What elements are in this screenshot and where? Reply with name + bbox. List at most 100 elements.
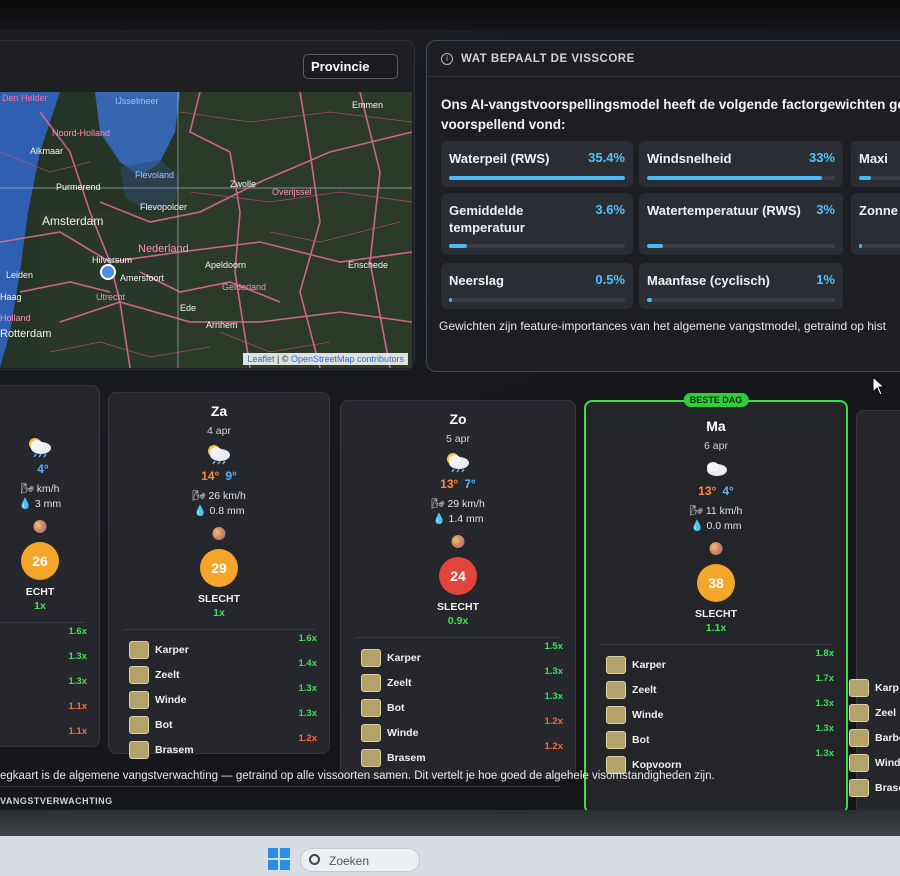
fish-row: Karp — [849, 679, 900, 699]
factor-card-title: WAT BEPAALT DE VISSCORE — [461, 52, 635, 65]
windows-start-icon[interactable] — [268, 848, 290, 870]
fish-thumbnail — [361, 674, 381, 692]
factor-tile-zonne: Zonne — [851, 193, 900, 255]
rainfall: 💧 0.0 mm — [690, 520, 742, 532]
fish-multiplier: 1.8x — [815, 648, 835, 659]
fish-thumbnail — [849, 704, 869, 722]
fish-name: Karper — [632, 659, 666, 671]
fish-name: Braser — [875, 782, 900, 794]
day-card[interactable]: Zo 5 apr 13° 7° 🌬 29 km/h 💧 1.4 mm 24 SLECHT 0.… — [340, 400, 576, 778]
map-label: Overijssel — [272, 187, 312, 197]
taskbar — [0, 836, 900, 876]
fish-thumbnail — [129, 691, 149, 709]
fish-row: Brasem 1.2x — [361, 741, 563, 769]
factor-percent: 0.5% — [595, 272, 625, 287]
factor-percent: 33% — [808, 150, 835, 165]
fish-thumbnail — [849, 729, 869, 747]
factor-percent: 3.6% — [595, 202, 625, 217]
temperatures: 13° 4° — [586, 484, 846, 498]
osm-link[interactable]: OpenStreetMap contributors — [291, 354, 404, 364]
fish-multiplier: 1.2x — [298, 733, 318, 744]
factor-percent: 3% — [816, 202, 835, 217]
card-divider — [0, 622, 85, 623]
leaflet-link[interactable]: Leaflet — [247, 354, 274, 364]
map-label: Leiden — [6, 270, 33, 280]
fish-row: Bot 1.3x — [606, 723, 834, 751]
factor-bar — [647, 244, 663, 248]
screen: Provincie Den Helder IJsselmeer Noord-Ho… — [0, 0, 900, 840]
fish-name: Winde — [875, 757, 900, 769]
factor-weights-card: i WAT BEPAALT DE VISSCORE Ons AI-vangstv… — [426, 40, 900, 372]
factor-bar — [647, 176, 823, 180]
wind-speed: 🌬 26 km/h — [192, 490, 246, 502]
map-label: Nederland — [138, 243, 189, 255]
map-view[interactable]: Den Helder IJsselmeer Noord-Holland Alkm… — [0, 92, 412, 368]
best-day-badge: BESTE DAG — [683, 393, 749, 407]
province-select[interactable]: Provincie — [303, 54, 398, 79]
temperatures: 14° 9° — [109, 469, 329, 483]
map-label: Hilversum — [92, 255, 132, 265]
map-label: Emmen — [352, 100, 383, 110]
wind-value: 26 km/h — [208, 490, 246, 502]
map-label: Utrecht — [96, 292, 126, 302]
factor-name: Maxi — [859, 151, 888, 166]
temp-min: 4° — [37, 462, 49, 476]
map-label: IJsselmeer — [115, 96, 159, 106]
temp-max: 14° — [201, 469, 220, 483]
day-date: 5 apr — [446, 433, 470, 445]
fish-score: 24 — [439, 557, 477, 595]
day-card[interactable]: Za 4 apr 14° 9° 🌬 26 km/h 💧 0.8 mm 29 SLECHT 1x… — [108, 392, 330, 759]
factor-tile-maxi: Maxi — [851, 141, 900, 187]
fish-row: Barbe — [849, 729, 900, 749]
map-label: Den Helder — [2, 93, 48, 103]
temp-max: 13° — [440, 477, 459, 491]
section-divider — [0, 786, 560, 787]
fish-name: Zeelt — [387, 677, 412, 689]
fish-row: Brasem 1.2x — [129, 733, 317, 761]
factor-tile-windsnelheid: Windsnelheid 33% — [639, 141, 843, 187]
factor-intro-line2: voorspellend vond: — [441, 117, 566, 132]
moon-phase-icon — [709, 542, 723, 555]
fish-name: Winde — [632, 709, 664, 721]
fish-score: 26 — [21, 542, 59, 580]
fish-name: Karper — [387, 652, 421, 664]
fish-thumbnail — [849, 779, 869, 797]
weather-icon — [707, 462, 727, 476]
rainfall: 💧 1.4 mm — [432, 513, 484, 525]
fish-thumbnail — [129, 716, 149, 734]
fish-multiplier: 1.3x — [544, 666, 564, 677]
map-canvas[interactable]: Den Helder IJsselmeer Noord-Holland Alkm… — [0, 92, 412, 368]
weather-icon — [447, 453, 469, 473]
temperatures: 4° — [0, 462, 99, 476]
factor-name: Gemiddelde temperatuur — [449, 203, 525, 235]
mouse-cursor-icon — [872, 376, 886, 396]
factor-intro: Ons AI-vangstvoorspellingsmodel heeft de… — [441, 95, 900, 135]
factor-name: Watertemperatuur (RWS) — [647, 203, 801, 218]
moon-phase-icon — [33, 520, 47, 533]
fish-thumbnail — [361, 724, 381, 742]
score-label: SLECHT — [198, 593, 240, 605]
rain-value: 1.4 mm — [448, 513, 484, 525]
score-label: SLECHT — [695, 608, 737, 620]
fish-multiplier: 1.4x — [298, 658, 318, 669]
score-multiplier: 1x — [34, 600, 46, 612]
rainfall: 💧 3 mm — [18, 498, 62, 510]
fish-multiplier: 1.6x — [68, 626, 88, 637]
day-date: 6 apr — [704, 440, 728, 452]
score-multiplier: 1.1x — [705, 622, 727, 634]
moon-phase-icon — [451, 535, 465, 548]
map-label: Enschede — [348, 260, 388, 270]
fish-row: Bot 1.3x — [129, 708, 317, 736]
temp-min: 4° — [722, 484, 734, 498]
factor-note: Gewichten zijn feature-importances van h… — [439, 319, 886, 333]
day-card[interactable]: 4° 🌬 km/h 💧 3 mm 26 ECHT 1x 1.6x 1.3x 1.3x 1.… — [0, 385, 100, 747]
fish-thumbnail — [129, 741, 149, 759]
fish-thumbnail — [606, 731, 626, 749]
taskbar-search[interactable]: Zoeken — [300, 848, 420, 872]
rainfall: 💧 0.8 mm — [193, 505, 245, 517]
day-name: Zo — [449, 411, 467, 427]
fish-name: Zeelt — [632, 684, 657, 696]
day-card[interactable]: BESTE DAG Ma 6 apr 13° 4° 🌬 11 km/h 💧 0.0 mm 3… — [584, 393, 848, 814]
factor-bar — [449, 298, 452, 302]
day-card[interactable]: Karp Zeel Barbe Winde Braser — [849, 410, 900, 820]
